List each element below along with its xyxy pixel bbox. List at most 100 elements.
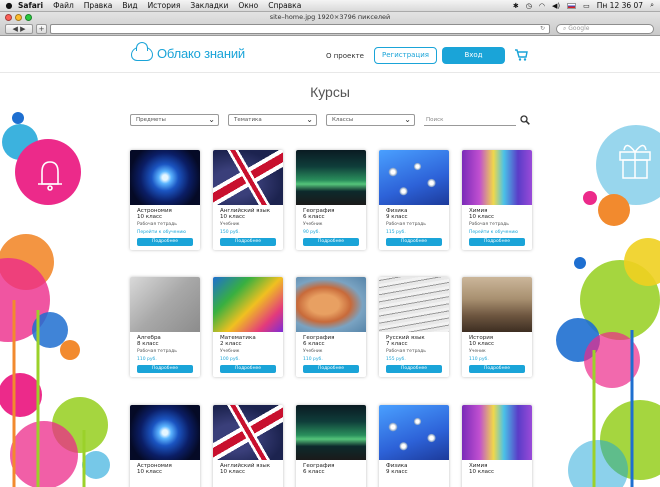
card-grade: 2 класс: [220, 341, 242, 347]
login-button[interactable]: Вход: [442, 47, 505, 64]
card-thumbnail[interactable]: [130, 150, 200, 205]
course-card[interactable]: Алгебра 8 класс Рабочая тетрадь 110 руб.…: [130, 277, 200, 377]
details-button[interactable]: Подробнее: [220, 365, 276, 373]
card-thumbnail[interactable]: [462, 405, 532, 460]
card-grade: 10 класс: [220, 469, 246, 475]
card-thumbnail[interactable]: [213, 150, 283, 205]
card-thumbnail[interactable]: [296, 277, 366, 332]
card-type: Рабочая тетрадь: [386, 222, 426, 227]
card-thumbnail[interactable]: [379, 150, 449, 205]
deco-circle: [12, 112, 24, 124]
course-card[interactable]: Математика 2 класс Учебник 100 руб. Подр…: [213, 277, 283, 377]
site-header: Облако знаний О проекте Регистрация Вход: [0, 37, 660, 73]
details-button[interactable]: Подробнее: [469, 365, 525, 373]
filter-topics[interactable]: Тематика ⌄: [228, 114, 317, 126]
deco-circle: [82, 451, 110, 479]
course-card[interactable]: Английский язык 10 класс Учебник 150 руб…: [213, 150, 283, 250]
cart-icon[interactable]: [514, 48, 528, 62]
card-thumbnail[interactable]: [379, 277, 449, 332]
card-type: Рабочая тетрадь: [386, 349, 426, 354]
card-type: Ученик: [469, 349, 486, 354]
chevron-down-icon: ⌄: [404, 115, 411, 124]
card-thumbnail[interactable]: [462, 150, 532, 205]
deco-circle: [574, 257, 586, 269]
card-type: Учебник: [303, 349, 323, 354]
card-grade: 7 класс: [386, 341, 408, 347]
card-price[interactable]: Перейти к обучению: [469, 230, 532, 235]
card-thumbnail[interactable]: [213, 277, 283, 332]
card-type: Рабочая тетрадь: [469, 222, 509, 227]
card-grade: 10 класс: [220, 214, 246, 220]
filter-subjects[interactable]: Предметы ⌄: [130, 114, 219, 126]
course-card[interactable]: Физика 9 класс: [379, 405, 449, 487]
chevron-down-icon: ⌄: [306, 115, 313, 124]
course-card[interactable]: Астрономия 10 класс Рабочая тетрадь Пере…: [130, 150, 200, 250]
site-logo[interactable]: Облако знаний: [131, 41, 245, 61]
card-price: 100 руб.: [220, 357, 240, 362]
course-card[interactable]: Русский язык 7 класс Рабочая тетрадь 155…: [379, 277, 449, 377]
course-card[interactable]: Химия 10 класс: [462, 405, 532, 487]
course-card[interactable]: Химия 10 класс Рабочая тетрадь Перейти к…: [462, 150, 532, 250]
card-thumbnail[interactable]: [130, 405, 200, 460]
card-type: Рабочая тетрадь: [137, 349, 177, 354]
card-type: Учебник: [220, 349, 240, 354]
deco-circle: [15, 139, 81, 205]
course-card[interactable]: Астрономия 10 класс: [130, 405, 200, 487]
chevron-down-icon: ⌄: [208, 115, 215, 124]
details-button[interactable]: Подробнее: [137, 365, 193, 373]
card-thumbnail[interactable]: [296, 405, 366, 460]
card-type: Учебник: [303, 222, 323, 227]
card-grade: 10 класс: [469, 341, 495, 347]
card-thumbnail[interactable]: [462, 277, 532, 332]
details-button[interactable]: Подробнее: [469, 238, 525, 246]
course-card[interactable]: География 6 класс Учебник 90 руб. Подроб…: [296, 150, 366, 250]
card-type: Учебник: [220, 222, 240, 227]
card-thumbnail[interactable]: [213, 405, 283, 460]
course-card[interactable]: Физика 9 класс Рабочая тетрадь 115 руб. …: [379, 150, 449, 250]
card-grade: 9 класс: [386, 214, 408, 220]
deco-circle: [598, 194, 630, 226]
filter-grades[interactable]: Классы ⌄: [326, 114, 415, 126]
card-thumbnail[interactable]: [379, 405, 449, 460]
filter-topics-label: Тематика: [234, 117, 262, 123]
card-grade: 9 класс: [386, 469, 408, 475]
card-thumbnail[interactable]: [130, 277, 200, 332]
filter-grades-label: Классы: [332, 117, 354, 123]
details-button[interactable]: Подробнее: [386, 365, 442, 373]
details-button[interactable]: Подробнее: [137, 238, 193, 246]
search-icon[interactable]: [520, 115, 530, 125]
deco-circle: [596, 125, 660, 205]
card-grade: 6 класс: [303, 341, 325, 347]
nav-about-link[interactable]: О проекте: [326, 52, 364, 60]
deco-circle: [583, 191, 597, 205]
card-type: Рабочая тетрадь: [137, 222, 177, 227]
card-thumbnail[interactable]: [296, 150, 366, 205]
card-price: 110 руб.: [137, 357, 157, 362]
details-button[interactable]: Подробнее: [386, 238, 442, 246]
card-grade: 6 класс: [303, 214, 325, 220]
course-card[interactable]: Английский язык 10 класс: [213, 405, 283, 487]
card-price: 115 руб.: [386, 230, 406, 235]
details-button[interactable]: Подробнее: [303, 365, 359, 373]
register-button[interactable]: Регистрация: [374, 47, 437, 64]
search-input[interactable]: Поиск: [424, 114, 516, 126]
deco-circle: [60, 340, 80, 360]
filter-subjects-label: Предметы: [136, 117, 166, 123]
details-button[interactable]: Подробнее: [220, 238, 276, 246]
card-grade: 10 класс: [469, 469, 495, 475]
course-card[interactable]: История 10 класс Ученик 110 руб. Подробн…: [462, 277, 532, 377]
card-grade: 10 класс: [469, 214, 495, 220]
card-price: 150 руб.: [220, 230, 240, 235]
details-button[interactable]: Подробнее: [303, 238, 359, 246]
course-card[interactable]: География 6 класс Учебник 110 руб. Подро…: [296, 277, 366, 377]
card-grade: 8 класс: [137, 341, 159, 347]
card-grade: 10 класс: [137, 214, 163, 220]
logo-text: Облако знаний: [157, 46, 245, 61]
deco-circle: [0, 373, 42, 417]
course-card[interactable]: География 6 класс: [296, 405, 366, 487]
card-price: 110 руб.: [303, 357, 323, 362]
card-price: 110 руб.: [469, 357, 489, 362]
card-price[interactable]: Перейти к обучению: [137, 230, 200, 235]
card-price: 155 руб.: [386, 357, 406, 362]
card-price: 90 руб.: [303, 230, 320, 235]
